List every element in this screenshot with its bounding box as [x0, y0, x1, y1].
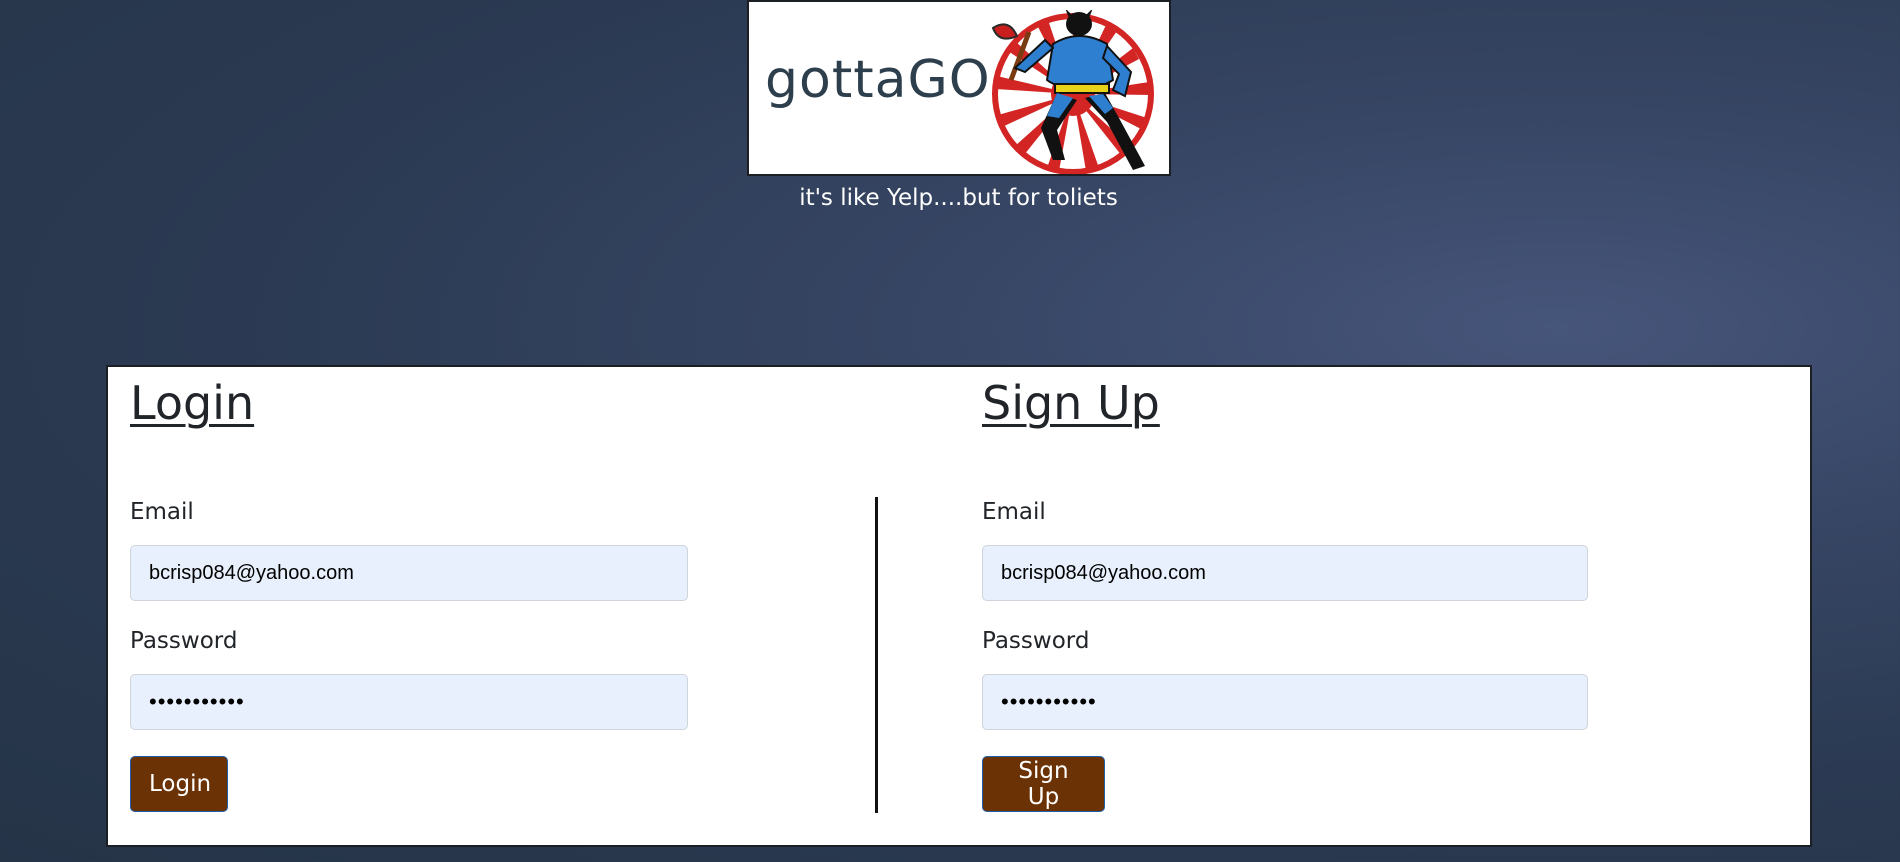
signup-button[interactable]: Sign Up — [982, 756, 1105, 812]
login-password-input[interactable] — [130, 674, 688, 730]
auth-card: Login Email Password Login Sign Up Email… — [106, 365, 1812, 847]
login-button[interactable]: Login — [130, 756, 228, 812]
section-divider — [875, 497, 878, 813]
login-title: Login — [130, 376, 255, 430]
signup-email-input[interactable] — [982, 545, 1588, 601]
login-password-label: Password — [130, 628, 238, 654]
signup-password-input[interactable] — [982, 674, 1588, 730]
tagline: it's like Yelp....but for toliets — [799, 185, 1118, 211]
signup-title: Sign Up — [982, 376, 1160, 430]
login-email-input[interactable] — [130, 545, 688, 601]
logo-text: gottaGO — [765, 50, 991, 110]
login-email-label: Email — [130, 499, 194, 525]
signup-email-label: Email — [982, 499, 1046, 525]
superhero-plunger-icon — [991, 10, 1154, 174]
signup-password-label: Password — [982, 628, 1090, 654]
logo: gottaGO — [747, 0, 1171, 176]
